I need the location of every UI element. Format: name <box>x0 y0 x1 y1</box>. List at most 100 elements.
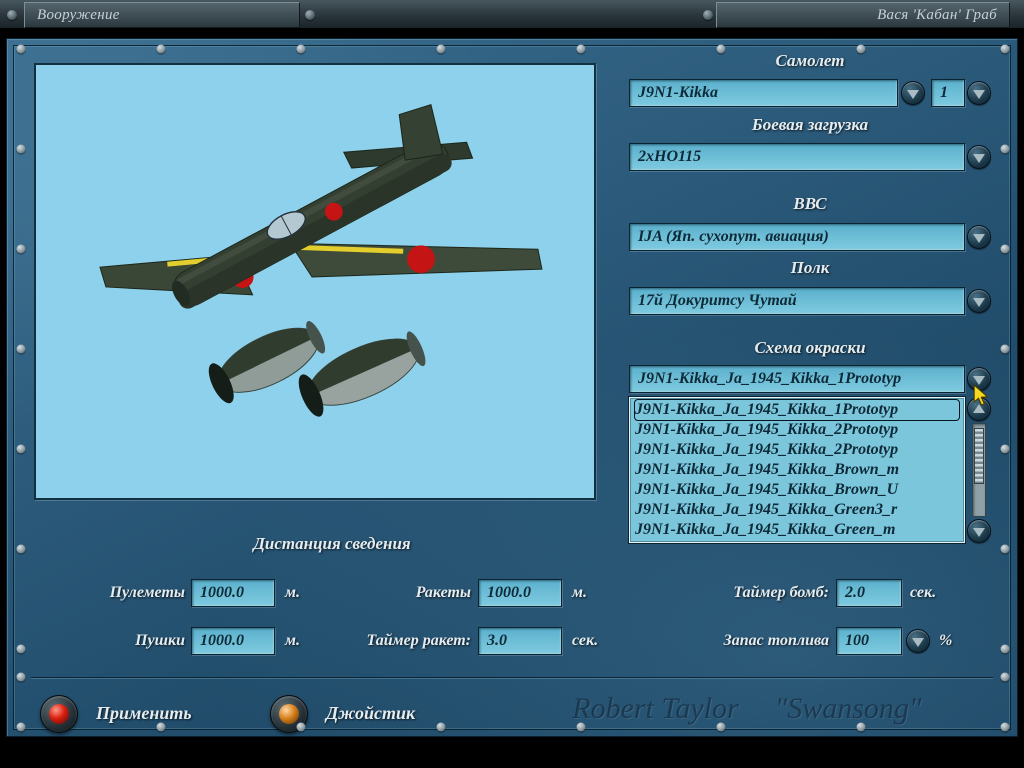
rivet-icon <box>1001 145 1010 154</box>
rivet-icon <box>437 45 446 54</box>
machine-guns-unit: м. <box>285 579 300 607</box>
aircraft-preview <box>34 63 596 500</box>
footer-divider <box>31 677 993 679</box>
rockets-unit: м. <box>572 579 587 607</box>
rivet-icon <box>1001 345 1010 354</box>
fuel-label: Запас топлива <box>627 627 829 655</box>
aircraft-count-dropdown-button[interactable] <box>967 81 991 105</box>
paint-scheme-option[interactable]: J9N1-Kikka_Ja_1945_Kikka_Brown_U <box>635 480 959 500</box>
paint-scheme-dropdown-button[interactable] <box>967 367 991 391</box>
chevron-down-icon <box>907 90 919 99</box>
rocket-timer-input[interactable]: 3.0 <box>478 627 562 655</box>
rivet-icon <box>17 723 26 732</box>
regiment-section-label: Полк <box>629 258 991 278</box>
chevron-down-icon <box>973 298 985 307</box>
airforce-section-label: ВВС <box>629 194 991 214</box>
titlebar: Вооружение Вася 'Кабан' Граб <box>0 0 1024 30</box>
fuel-dropdown-button[interactable] <box>906 629 930 653</box>
rivet-icon <box>1001 673 1010 682</box>
chevron-down-icon <box>973 154 985 163</box>
rivet-icon <box>857 723 866 732</box>
rockets-input[interactable]: 1000.0 <box>478 579 562 607</box>
rivet-icon <box>1001 645 1010 654</box>
screw-icon <box>305 10 315 20</box>
rivet-icon <box>17 673 26 682</box>
scroll-down-button[interactable] <box>967 519 991 543</box>
player-name: Вася 'Кабан' Граб <box>877 7 997 23</box>
regiment-combobox[interactable]: 17й Докуритсу Чутай <box>629 287 965 315</box>
chevron-down-icon <box>973 376 985 385</box>
joystick-button-label: Джойстик <box>326 695 415 731</box>
chevron-down-icon <box>912 638 924 647</box>
scroll-up-button[interactable] <box>967 397 991 421</box>
fuel-unit: % <box>939 627 952 655</box>
regiment-dropdown-button[interactable] <box>967 289 991 313</box>
rivet-icon <box>577 45 586 54</box>
rivet-icon <box>17 245 26 254</box>
player-name-plate: Вася 'Кабан' Граб <box>716 2 1010 28</box>
paint-scheme-option[interactable]: J9N1-Kikka_Ja_1945_Kikka_2Prototyp <box>635 420 959 440</box>
aircraft-combobox[interactable]: J9N1-Kikka <box>629 79 898 107</box>
airforce-dropdown-button[interactable] <box>967 225 991 249</box>
chevron-down-icon <box>973 234 985 243</box>
rivet-icon <box>1001 545 1010 554</box>
rivet-icon <box>157 45 166 54</box>
rivet-icon <box>1001 723 1010 732</box>
rivet-icon <box>17 645 26 654</box>
rivet-icon <box>17 545 26 554</box>
rivet-icon <box>17 345 26 354</box>
cannons-unit: м. <box>285 627 300 655</box>
chevron-down-icon <box>973 90 985 99</box>
rocket-timer-unit: сек. <box>572 627 598 655</box>
loadout-dropdown-button[interactable] <box>967 145 991 169</box>
rivet-icon <box>297 45 306 54</box>
rivet-icon <box>157 723 166 732</box>
screw-icon <box>703 10 713 20</box>
rocket-timer-label: Таймер ракет: <box>307 627 471 655</box>
rivet-icon <box>1001 245 1010 254</box>
chevron-down-icon <box>973 528 985 537</box>
paint-scheme-option[interactable]: J9N1-Kikka_Ja_1945_Kikka_Brown_m <box>635 460 959 480</box>
cannons-input[interactable]: 1000.0 <box>191 627 275 655</box>
cannons-label: Пушки <box>37 627 185 655</box>
rivet-icon <box>857 45 866 54</box>
aircraft-preview-render <box>36 65 594 498</box>
machine-guns-label: Пулеметы <box>37 579 185 607</box>
loadout-section-label: Боевая загрузка <box>629 115 991 135</box>
watermark: Robert Taylor "Swansong" <box>527 687 967 731</box>
rockets-label: Ракеты <box>331 579 471 607</box>
apply-button-dome-icon <box>49 704 69 724</box>
paint-scheme-option[interactable]: J9N1-Kikka_Ja_1945_Kikka_Green3_r <box>635 500 959 520</box>
rivet-icon <box>1001 45 1010 54</box>
paint-scheme-list: J9N1-Kikka_Ja_1945_Kikka_1PrototypJ9N1-K… <box>629 397 965 543</box>
machine-guns-input[interactable]: 1000.0 <box>191 579 275 607</box>
aircraft-section-label: Самолет <box>629 51 991 71</box>
convergence-title: Дистанция сведения <box>137 534 527 554</box>
bomb-timer-unit: сек. <box>910 579 936 607</box>
watermark-name: Robert Taylor <box>572 687 738 731</box>
scrollbar-track[interactable] <box>972 423 986 517</box>
loadout-combobox[interactable]: 2xHO115 <box>629 143 965 171</box>
bomb-timer-input[interactable]: 2.0 <box>836 579 902 607</box>
aircraft-dropdown-button[interactable] <box>901 81 925 105</box>
paint-scheme-combobox[interactable]: J9N1-Kikka_Ja_1945_Kikka_1Prototyp <box>629 365 965 393</box>
apply-button[interactable] <box>40 695 78 733</box>
rivet-icon <box>577 723 586 732</box>
fuel-input[interactable]: 100 <box>836 627 902 655</box>
watermark-quote: "Swansong" <box>775 687 922 731</box>
bomb-timer-label: Таймер бомб: <box>647 579 829 607</box>
airforce-combobox[interactable]: IJA (Яп. сухопут. авиация) <box>629 223 965 251</box>
rivet-icon <box>17 145 26 154</box>
paint-scheme-option[interactable]: J9N1-Kikka_Ja_1945_Kikka_2Prototyp <box>635 440 959 460</box>
main-panel: Самолет J9N1-Kikka 1 Боевая загрузка 2xH… <box>6 38 1018 737</box>
rivet-icon <box>17 445 26 454</box>
paint-scheme-option[interactable]: J9N1-Kikka_Ja_1945_Kikka_1Prototyp <box>635 400 959 420</box>
paint-scheme-section-label: Схема окраски <box>629 338 991 358</box>
screw-icon <box>7 10 17 20</box>
rivet-icon <box>717 723 726 732</box>
scrollbar-thumb[interactable] <box>974 428 984 484</box>
tab-armament[interactable]: Вооружение <box>24 2 300 28</box>
paint-scheme-option[interactable]: J9N1-Kikka_Ja_1945_Kikka_Green_m <box>635 520 959 540</box>
rivet-icon <box>717 45 726 54</box>
aircraft-count-field[interactable]: 1 <box>931 79 965 107</box>
